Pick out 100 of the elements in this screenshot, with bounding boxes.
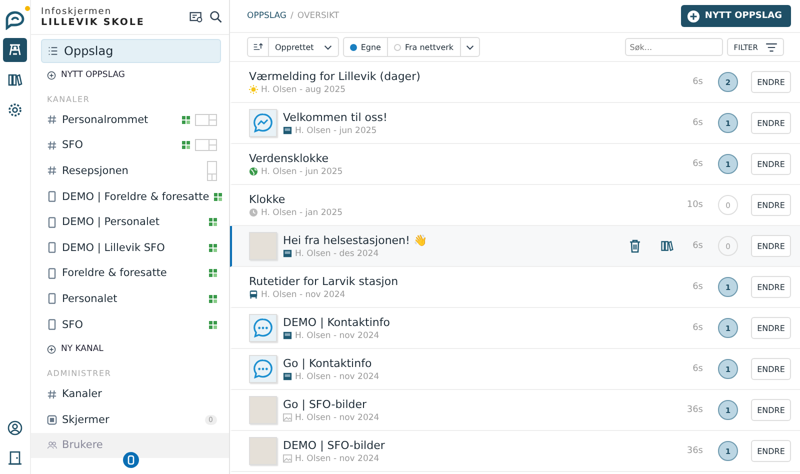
screen-icon (283, 126, 292, 135)
image-icon (283, 413, 292, 422)
channel-item[interactable]: SFO (41, 132, 221, 158)
chevron-down-icon (324, 44, 332, 50)
duration-label: 36s (686, 446, 703, 456)
list-icon (48, 46, 58, 56)
screen-icon (283, 331, 292, 340)
photo-placeholder (249, 396, 277, 424)
posts-nav-item[interactable]: Oppslag (41, 39, 221, 63)
breadcrumb-link[interactable]: OPPSLAG (247, 11, 287, 21)
duration-label: 6s (692, 282, 703, 292)
bus-icon (249, 290, 258, 299)
hash-icon (47, 115, 57, 124)
edit-button[interactable]: ENDRE (751, 112, 791, 134)
channel-item[interactable]: Resepsjonen (41, 158, 221, 184)
chat-bubble-thumbnail (249, 109, 277, 137)
phone-icon (47, 268, 57, 279)
landscape-layout-icon (195, 114, 217, 126)
landscape-layout-icon (195, 139, 217, 152)
post-meta: H. Olsen - jun 2025 (295, 126, 377, 136)
sun-icon (249, 85, 258, 94)
duration-label: 36s (686, 405, 703, 415)
post-meta: H. Olsen - nov 2024 (295, 454, 380, 464)
help-badge-icon[interactable] (123, 452, 139, 468)
post-title: Velkommen til oss! (283, 110, 388, 124)
breadcrumb-current: OVERSIKT (297, 11, 340, 21)
post-title: Go | SFO-bilder (283, 398, 368, 410)
books-icon[interactable] (660, 239, 674, 253)
filter-icon (766, 42, 777, 52)
globe-icon (249, 167, 258, 176)
post-meta: H. Olsen - nov 2024 (295, 412, 380, 422)
posts-nav-button[interactable] (3, 38, 27, 62)
plus-circle-icon (686, 10, 700, 22)
duration-label: 6s (692, 159, 703, 169)
new-post-link[interactable]: NYTT OPPSLAG (41, 63, 126, 87)
phone-icon (47, 216, 57, 228)
edit-button[interactable]: ENDRE (751, 71, 791, 93)
users-icon (47, 440, 57, 450)
door-icon (7, 450, 23, 466)
phone-icon (47, 191, 57, 202)
post-title: Hei fra helsestasjonen! 👋 (283, 234, 428, 246)
post-meta: H. Olsen - jan 2025 (261, 208, 343, 218)
screen-icon[interactable] (189, 10, 203, 24)
post-meta: H. Olsen - aug 2025 (261, 84, 346, 94)
section-heading: KANALER (46, 94, 91, 106)
sort-icon (253, 42, 263, 52)
search-field[interactable]: Søk... (624, 38, 723, 56)
channel-item[interactable]: Personalet (41, 286, 221, 312)
image-icon (283, 454, 292, 463)
admin-item[interactable]: Kanaler (41, 381, 221, 407)
source-filter-toggle[interactable]: Egne (344, 38, 388, 56)
duration-label: 6s (692, 77, 703, 87)
post-meta: H. Olsen - nov 2024 (261, 290, 346, 300)
hash-icon (47, 140, 57, 150)
channel-item[interactable]: DEMO | Personalet (41, 209, 221, 235)
settings-icon (7, 102, 23, 118)
channel-item[interactable]: Personalrommet (41, 107, 221, 133)
brand-subtitle: Infoskjermen (41, 6, 113, 16)
clock-icon (249, 208, 258, 217)
phone-icon (47, 319, 57, 330)
post-meta: H. Olsen - jun 2025 (261, 166, 343, 176)
hash-icon (47, 390, 57, 399)
screen-icon (283, 249, 292, 258)
source-filter-toggle[interactable]: Fra nettverk (388, 38, 461, 56)
logo-icon (4, 10, 26, 30)
section-heading: ADMINISTRER (46, 368, 112, 380)
edit-button[interactable]: ENDRE (751, 317, 791, 339)
post-title: Go | Kontaktinfo (283, 356, 373, 370)
trash-icon[interactable] (628, 239, 641, 253)
easel-icon (7, 42, 23, 58)
edit-button[interactable]: ENDRE (751, 153, 791, 175)
new-post-button[interactable]: NYTT OPPSLAG (680, 5, 791, 27)
post-title: Værmelding for Lillevik (dager) (249, 70, 420, 82)
portrait-layout-icon (207, 160, 217, 181)
chevron-down-icon (466, 44, 474, 50)
duration-label: 6s (692, 241, 703, 251)
plus-circle-icon (47, 344, 56, 354)
duration-label: 6s (692, 364, 703, 374)
post-title: Verdensklokke (249, 152, 330, 164)
edit-button[interactable]: ENDRE (751, 358, 791, 380)
post-meta: H. Olsen - nov 2024 (295, 330, 380, 340)
new-channel-link[interactable]: NY KANAL (41, 337, 104, 362)
chat-bubble-thumbnail (249, 314, 277, 342)
duration-label: 6s (692, 323, 703, 333)
edit-button[interactable]: ENDRE (751, 194, 791, 216)
screen-icon (283, 372, 292, 381)
edit-button[interactable]: ENDRE (751, 276, 791, 298)
profile-icon (7, 420, 23, 436)
edit-button[interactable]: ENDRE (751, 235, 791, 257)
channel-item[interactable]: DEMO | Lillevik SFO (41, 234, 221, 261)
search-icon[interactable] (209, 10, 223, 24)
channel-item[interactable]: SFO (41, 312, 221, 338)
post-title: Klokke (249, 192, 286, 206)
post-title: Rutetider for Larvik stasjon (249, 274, 398, 288)
edit-button[interactable]: ENDRE (751, 399, 791, 421)
phone-icon (47, 242, 57, 254)
channel-item[interactable]: DEMO | Foreldre & foresatte (41, 184, 221, 210)
edit-button[interactable]: ENDRE (751, 440, 791, 462)
post-meta: H. Olsen - nov 2024 (295, 372, 380, 382)
channel-item[interactable]: Foreldre & foresatte (41, 260, 221, 286)
